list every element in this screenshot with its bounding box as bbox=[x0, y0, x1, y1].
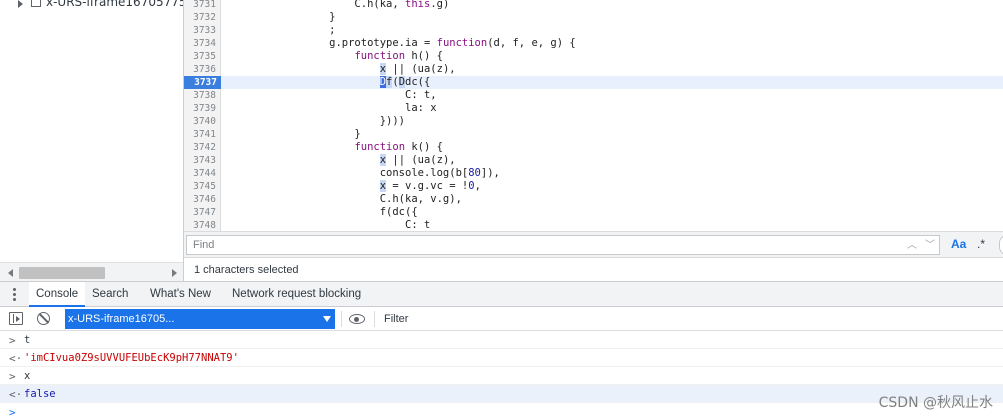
toolbar-divider bbox=[374, 311, 375, 327]
sidebar-toggle-icon[interactable] bbox=[9, 312, 23, 325]
tab-network-request-blocking[interactable]: Network request blocking bbox=[232, 282, 361, 307]
result-arrow-icon: <· bbox=[9, 352, 23, 365]
line-number[interactable]: 3747 bbox=[184, 206, 220, 219]
current-code-line[interactable]: Df(Ddc({ bbox=[221, 76, 1003, 89]
code-line[interactable]: ; bbox=[228, 24, 335, 37]
line-number[interactable]: 3731 bbox=[184, 0, 220, 11]
code-editor[interactable]: 3731 3732 3733 3734 3735 3736 3737 3738 3739 3740… bbox=[184, 0, 1003, 231]
tree-item-frame[interactable]: x-URS-iframe1670577567863 bbox=[0, 0, 183, 11]
code-line[interactable]: la: x bbox=[228, 102, 437, 115]
console-toolbar: x-URS-iframe16705... bbox=[0, 307, 1003, 331]
find-bar: ︿ ﹀ Aa .* bbox=[184, 231, 1003, 257]
line-number[interactable]: 3748 bbox=[184, 219, 220, 231]
tree-item-label: x-URS-iframe1670577567863 bbox=[46, 0, 183, 9]
context-selector-value: x-URS-iframe16705... bbox=[68, 313, 175, 325]
dropdown-caret-icon bbox=[323, 316, 331, 322]
code-line[interactable]: function k() { bbox=[228, 141, 443, 154]
line-number[interactable]: 3744 bbox=[184, 167, 220, 180]
line-number[interactable]: 3738 bbox=[184, 89, 220, 102]
console-result-text[interactable]: 'imCIvua0Z9sUVVUFEUbEcK9pH77NNAT9' bbox=[24, 352, 239, 364]
breakpoint-line-number[interactable]: 3737 bbox=[184, 76, 228, 89]
clear-console-icon[interactable] bbox=[37, 312, 50, 325]
context-selector[interactable]: x-URS-iframe16705... bbox=[65, 309, 335, 329]
code-line[interactable]: function h() { bbox=[228, 50, 443, 63]
console-entry: <· 'imCIvua0Z9sUVVUFEUbEcK9pH77NNAT9' bbox=[0, 349, 1003, 367]
code-line[interactable]: }))) bbox=[228, 115, 405, 128]
more-tools-icon[interactable] bbox=[12, 288, 16, 302]
code-line[interactable]: C: t, bbox=[228, 89, 437, 102]
expand-triangle-icon[interactable] bbox=[18, 0, 23, 8]
scroll-left-icon[interactable] bbox=[8, 269, 13, 277]
filter-input[interactable] bbox=[379, 310, 999, 328]
line-number[interactable]: 3739 bbox=[184, 102, 220, 115]
selection-status: 1 characters selected bbox=[194, 264, 299, 276]
chevron-up-icon[interactable]: ︿ bbox=[904, 239, 920, 253]
find-box: ︿ ﹀ bbox=[186, 235, 940, 255]
line-number[interactable]: 3742 bbox=[184, 141, 220, 154]
console-input-text: t bbox=[24, 334, 31, 346]
editor-status-bar: 1 characters selected bbox=[184, 257, 1003, 281]
code-line[interactable]: x || (ua(z), bbox=[228, 154, 456, 167]
console-input-text: x bbox=[24, 370, 31, 382]
console-entry: <· false bbox=[0, 385, 1003, 403]
line-number[interactable]: 3745 bbox=[184, 180, 220, 193]
code-line[interactable]: f(dc({ bbox=[228, 206, 418, 219]
line-number[interactable]: 3741 bbox=[184, 128, 220, 141]
code-line[interactable]: console.log(b[80]), bbox=[228, 167, 500, 180]
line-number[interactable]: 3733 bbox=[184, 24, 220, 37]
input-prompt-icon: > bbox=[9, 334, 16, 347]
console-entry: > t bbox=[0, 331, 1003, 349]
code-line[interactable]: C: t bbox=[228, 219, 430, 231]
tab-search[interactable]: Search bbox=[92, 282, 128, 307]
line-number[interactable]: 3736 bbox=[184, 63, 220, 76]
console-result-text[interactable]: false bbox=[24, 388, 56, 400]
live-expression-eye-icon[interactable] bbox=[349, 314, 365, 324]
toolbar-divider bbox=[341, 311, 342, 327]
chevron-down-icon[interactable]: ﹀ bbox=[922, 239, 938, 253]
watermark: CSDN @秋风止水 bbox=[878, 395, 993, 411]
drawer-tabbar: Console Search What's New Network reques… bbox=[0, 281, 1003, 307]
code-line[interactable]: g.prototype.ia = function(d, f, e, g) { bbox=[228, 37, 576, 50]
tab-console[interactable]: Console bbox=[29, 282, 86, 307]
tree-horizontal-scrollbar[interactable] bbox=[0, 262, 183, 281]
line-number[interactable]: 3732 bbox=[184, 11, 220, 24]
console-prompt-row[interactable]: > bbox=[0, 403, 1003, 420]
code-line[interactable]: } bbox=[228, 128, 360, 141]
code-line[interactable]: x = v.g.vc = !0, bbox=[228, 180, 481, 193]
frame-icon bbox=[31, 0, 41, 7]
console-prompt-icon: > bbox=[9, 406, 16, 419]
code-line[interactable]: C.h(ka, this.g) bbox=[228, 0, 449, 11]
file-tree: x-URS-iframe1670577567863 bbox=[0, 0, 183, 262]
line-number[interactable]: 3740 bbox=[184, 115, 220, 128]
line-number-gutter[interactable]: 3731 3732 3733 3734 3735 3736 3737 3738 3739 3740… bbox=[184, 0, 228, 231]
input-prompt-icon: > bbox=[9, 370, 16, 383]
tab-whats-new[interactable]: What's New bbox=[150, 282, 211, 307]
find-cancel-box[interactable] bbox=[999, 235, 1003, 255]
code-line[interactable]: x || (ua(z), bbox=[228, 63, 456, 76]
scroll-right-icon[interactable] bbox=[172, 269, 177, 277]
line-number[interactable]: 3734 bbox=[184, 37, 220, 50]
regex-button[interactable]: .* bbox=[977, 237, 985, 251]
line-number[interactable]: 3735 bbox=[184, 50, 220, 63]
match-case-button[interactable]: Aa bbox=[951, 237, 966, 251]
scroll-thumb[interactable] bbox=[19, 267, 105, 279]
line-number[interactable]: 3746 bbox=[184, 193, 220, 206]
code-line[interactable]: } bbox=[228, 11, 335, 24]
console-entry: > x bbox=[0, 367, 1003, 385]
find-input[interactable] bbox=[193, 238, 893, 252]
code-line[interactable]: C.h(ka, v.g), bbox=[228, 193, 462, 206]
result-arrow-icon: <· bbox=[9, 388, 23, 401]
line-number[interactable]: 3743 bbox=[184, 154, 220, 167]
console-log: > t <· 'imCIvua0Z9sUVVUFEUbEcK9pH77NNAT9… bbox=[0, 331, 1003, 420]
